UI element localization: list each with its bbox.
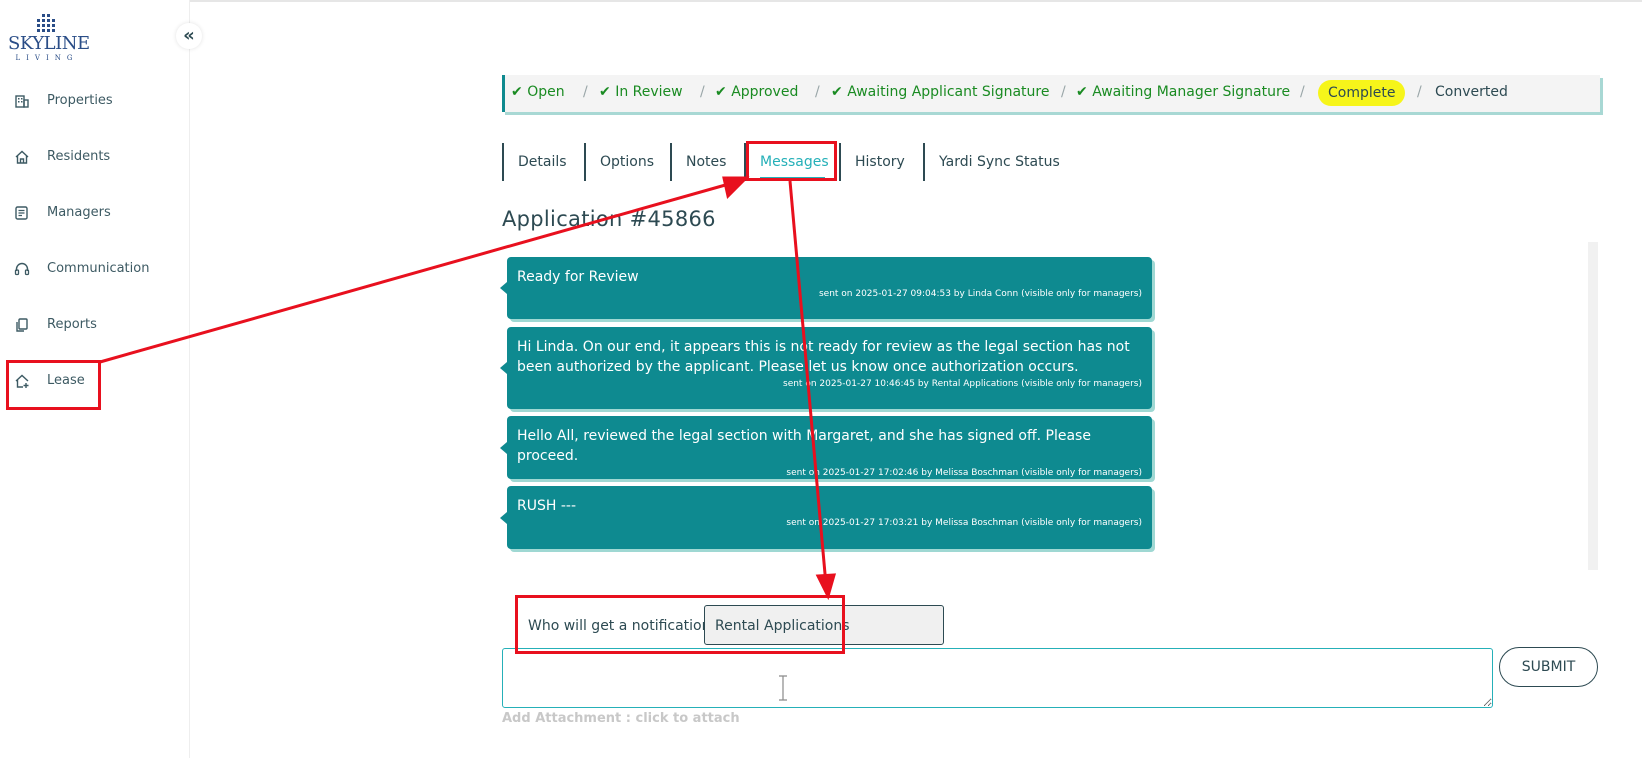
tab-options[interactable]: Options [584, 143, 670, 181]
logo-subtext: LIVING [15, 54, 79, 62]
step-converted: Converted [1435, 84, 1508, 100]
sidebar-item-communication[interactable]: Communication [14, 254, 184, 284]
step-open: ✔ Open [511, 84, 565, 100]
skyline-logo[interactable]: SKYLINE LIVING [8, 14, 90, 64]
message-meta: sent on 2025-01-27 17:02:46 by Melissa B… [786, 468, 1142, 478]
annotation-box-notification [515, 595, 845, 654]
message-text: Ready for Review [517, 269, 639, 285]
sidebar-item-label: Properties [47, 93, 113, 108]
message-meta: sent on 2025-01-27 17:03:21 by Melissa B… [786, 518, 1142, 528]
copy-icon [16, 318, 28, 332]
home-icon [15, 150, 29, 164]
messages-scrollbar[interactable] [1588, 242, 1598, 570]
sidebar-item-label: Residents [47, 149, 111, 164]
message-meta: sent on 2025-01-27 10:46:45 by Rental Ap… [783, 379, 1142, 389]
sidebar-item-label: Managers [47, 205, 111, 220]
page-title: Application #45866 [502, 207, 716, 231]
step-separator: / [1417, 84, 1422, 100]
step-approved: ✔ Approved [715, 84, 799, 100]
headset-icon [14, 262, 30, 276]
building-icon [15, 95, 29, 108]
step-separator: / [1300, 84, 1305, 100]
message-bubble: Hello All, reviewed the legal section wi… [500, 416, 1152, 479]
message-meta: sent on 2025-01-27 09:04:53 by Linda Con… [818, 289, 1142, 299]
step-complete-current: Complete [1318, 80, 1406, 106]
text-cursor-icon [779, 675, 787, 701]
tab-notes[interactable]: Notes [670, 143, 744, 181]
logo-text: SKYLINE [8, 33, 90, 54]
sidebar-item-residents[interactable]: Residents [14, 142, 184, 172]
sidebar-item-managers[interactable]: Managers [14, 198, 184, 228]
message-bubble: Hi Linda. On our end, it appears this is… [500, 327, 1152, 409]
message-text: Hello All, reviewed the legal section wi… [517, 428, 1091, 464]
check-icon: ✔ [715, 84, 732, 100]
annotation-box-messages-tab [746, 141, 837, 181]
status-progress-bar: ✔ Open / ✔ In Review / ✔ Approved / ✔ Aw… [502, 75, 1600, 112]
message-bubble: RUSH --- sent on 2025-01-27 17:03:21 by … [500, 486, 1152, 549]
step-awaiting-manager-signature: ✔ Awaiting Manager Signature [1076, 84, 1291, 100]
step-separator: / [700, 84, 705, 100]
collapse-sidebar-button[interactable]: « [176, 23, 202, 49]
sidebar-item-label: Communication [47, 261, 150, 276]
message-text: RUSH --- [517, 498, 576, 514]
check-icon: ✔ [511, 84, 528, 100]
manager-list-icon [15, 206, 28, 220]
annotation-box-lease [6, 360, 101, 410]
tab-details[interactable]: Details [502, 143, 584, 181]
tab-history[interactable]: History [839, 143, 923, 181]
step-separator: / [815, 84, 820, 100]
check-icon: ✔ [831, 84, 848, 100]
top-border [0, 0, 1642, 2]
sidebar-item-properties[interactable]: Properties [14, 86, 184, 116]
sidebar-item-label: Reports [47, 317, 97, 332]
message-bubble: Ready for Review sent on 2025-01-27 09:0… [500, 257, 1152, 319]
sidebar-item-reports[interactable]: Reports [14, 310, 184, 340]
step-separator: / [1061, 84, 1066, 100]
annotation-arrowhead [815, 573, 837, 601]
add-attachment-link[interactable]: Add Attachment : click to attach [502, 711, 740, 726]
message-text: Hi Linda. On our end, it appears this is… [517, 339, 1130, 375]
check-icon: ✔ [599, 84, 616, 100]
step-awaiting-applicant-signature: ✔ Awaiting Applicant Signature [831, 84, 1050, 100]
tab-yardi-sync-status[interactable]: Yardi Sync Status [923, 143, 1073, 181]
step-in-review: ✔ In Review [599, 84, 683, 100]
step-separator: / [583, 84, 588, 100]
check-icon: ✔ [1076, 84, 1093, 100]
submit-button[interactable]: SUBMIT [1499, 647, 1598, 687]
message-compose-input[interactable] [502, 648, 1493, 708]
